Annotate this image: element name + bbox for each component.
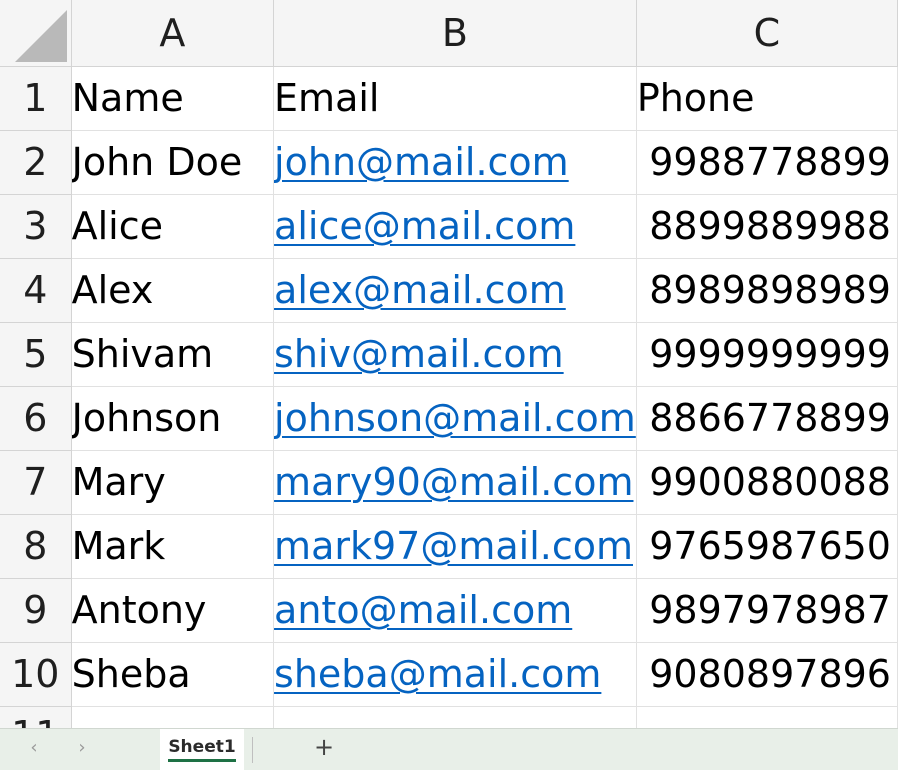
cell-name[interactable]: Mary — [71, 450, 275, 515]
cell-name[interactable]: Mark — [71, 514, 275, 579]
table-row: 7 Mary mary90@mail.com 9900880088 — [0, 450, 898, 515]
cell-name[interactable]: Alex — [71, 258, 275, 323]
table-row: 3 Alice alice@mail.com 8899889988 — [0, 194, 898, 259]
tab-sheet1[interactable]: Sheet1 — [160, 729, 244, 770]
email-link[interactable]: mary90@mail.com — [274, 460, 633, 504]
row-header[interactable]: 4 — [0, 258, 72, 323]
cell-phone[interactable]: 9999999999 — [636, 322, 898, 387]
email-link[interactable]: shiv@mail.com — [274, 332, 564, 376]
table-row: 1 Name Email Phone — [0, 66, 898, 131]
email-link[interactable]: mark97@mail.com — [274, 524, 633, 568]
table-row: 8 Mark mark97@mail.com 9765987650 — [0, 514, 898, 579]
cell-phone[interactable]: 9988778899 — [636, 130, 898, 195]
table-row: 6 Johnson johnson@mail.com 8866778899 — [0, 386, 898, 451]
table-row: 4 Alex alex@mail.com 8989898989 — [0, 258, 898, 323]
row-header[interactable]: 8 — [0, 514, 72, 579]
select-all-corner[interactable] — [0, 0, 72, 67]
cell-name[interactable]: Alice — [71, 194, 275, 259]
cell-email[interactable]: sheba@mail.com — [273, 642, 637, 707]
table-row: 5 Shivam shiv@mail.com 9999999999 — [0, 322, 898, 387]
cell-email[interactable]: johnson@mail.com — [273, 386, 637, 451]
table-row: 9 Antony anto@mail.com 9897978987 — [0, 578, 898, 643]
cell-name[interactable]: Sheba — [71, 642, 275, 707]
cell-phone[interactable]: 9897978987 — [636, 578, 898, 643]
cell-email[interactable]: Email — [273, 66, 637, 131]
cell-email[interactable]: mark97@mail.com — [273, 514, 637, 579]
email-link[interactable]: anto@mail.com — [274, 588, 572, 632]
spreadsheet: A B C 1 Name Email Phone 2 John Doe john… — [0, 0, 898, 770]
cell-phone[interactable]: 9080897896 — [636, 642, 898, 707]
add-sheet-icon[interactable]: + — [308, 733, 340, 761]
column-header-a[interactable]: A — [71, 0, 275, 67]
cell-phone[interactable]: 8989898989 — [636, 258, 898, 323]
scroll-tabs-left-icon[interactable]: ‹ — [22, 737, 46, 758]
table-row: 2 John Doe john@mail.com 9988778899 — [0, 130, 898, 195]
row-header[interactable]: 7 — [0, 450, 72, 515]
cell-phone[interactable]: 8899889988 — [636, 194, 898, 259]
tab-sheet1-label: Sheet1 — [168, 737, 236, 762]
email-link[interactable]: john@mail.com — [274, 140, 569, 184]
cell-phone[interactable]: 9900880088 — [636, 450, 898, 515]
cell-name[interactable]: Shivam — [71, 322, 275, 387]
cell-email[interactable]: john@mail.com — [273, 130, 637, 195]
row-header[interactable]: 5 — [0, 322, 72, 387]
email-link[interactable]: alice@mail.com — [274, 204, 575, 248]
row-header[interactable]: 1 — [0, 66, 72, 131]
tab-divider — [252, 737, 253, 763]
scroll-tabs-right-icon[interactable]: › — [70, 737, 94, 758]
cell-email[interactable]: alex@mail.com — [273, 258, 637, 323]
cell-phone[interactable]: Phone — [636, 66, 898, 131]
cell-email[interactable]: shiv@mail.com — [273, 322, 637, 387]
row-header[interactable]: 9 — [0, 578, 72, 643]
table-row: 10 Sheba sheba@mail.com 9080897896 — [0, 642, 898, 707]
cell-email[interactable]: anto@mail.com — [273, 578, 637, 643]
row-header[interactable]: 6 — [0, 386, 72, 451]
column-header-c[interactable]: C — [636, 0, 898, 67]
row-header[interactable]: 10 — [0, 642, 72, 707]
cell-name[interactable]: John Doe — [71, 130, 275, 195]
row-header[interactable]: 2 — [0, 130, 72, 195]
email-link[interactable]: johnson@mail.com — [274, 396, 635, 440]
cell-grid: A B C 1 Name Email Phone 2 John Doe john… — [0, 0, 898, 770]
sheet-tab-bar: ‹ › Sheet1 + — [0, 728, 898, 770]
cell-email[interactable]: mary90@mail.com — [273, 450, 637, 515]
cell-phone[interactable]: 9765987650 — [636, 514, 898, 579]
column-header-b[interactable]: B — [273, 0, 637, 67]
row-header[interactable]: 3 — [0, 194, 72, 259]
email-link[interactable]: alex@mail.com — [274, 268, 566, 312]
cell-phone[interactable]: 8866778899 — [636, 386, 898, 451]
cell-name[interactable]: Johnson — [71, 386, 275, 451]
cell-name[interactable]: Name — [71, 66, 275, 131]
email-link[interactable]: sheba@mail.com — [274, 652, 601, 696]
select-all-triangle-icon — [14, 9, 67, 62]
cell-name[interactable]: Antony — [71, 578, 275, 643]
cell-email[interactable]: alice@mail.com — [273, 194, 637, 259]
